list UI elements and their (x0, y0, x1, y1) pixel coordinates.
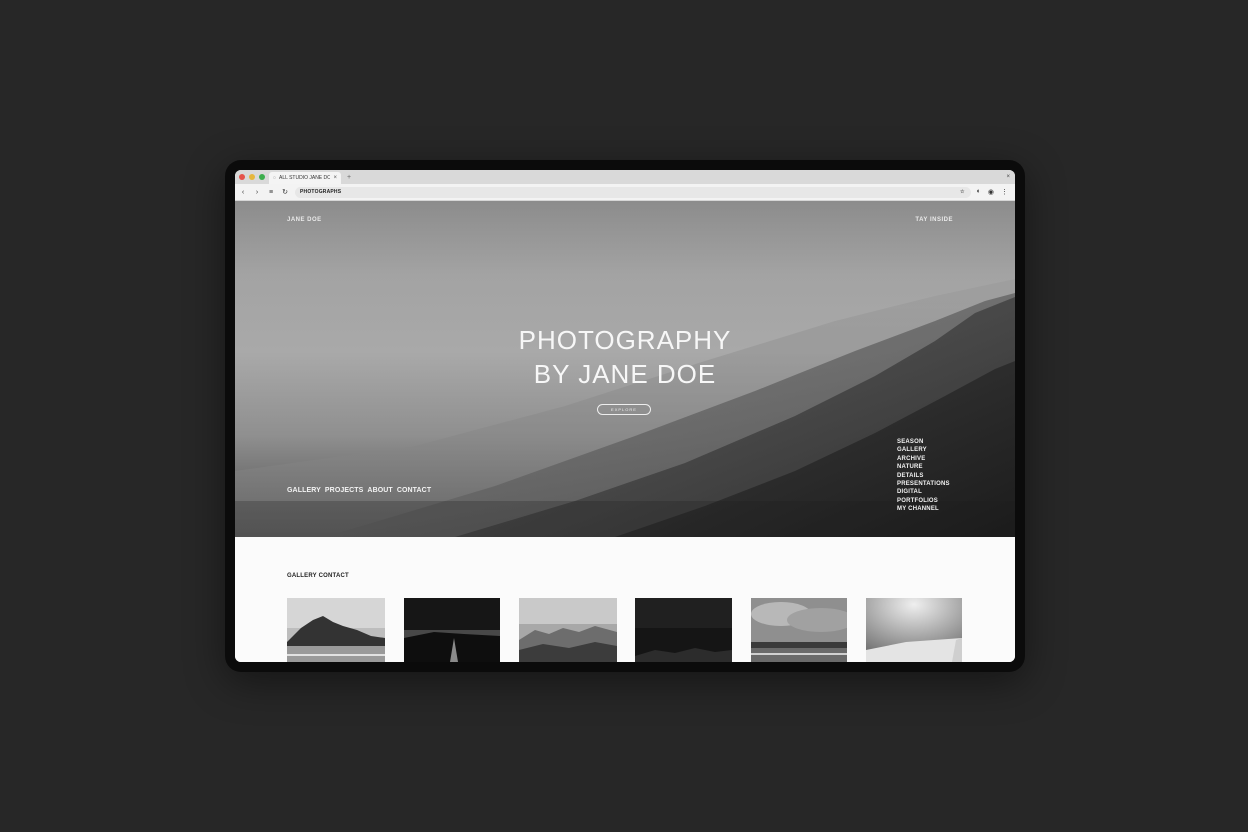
hero-nav: GALLERY PROJECTS ABOUT CONTACT (287, 487, 431, 494)
tab-title: ALL STUDIO JANE DOE (278, 175, 331, 181)
minimize-window-button[interactable] (249, 174, 255, 180)
tab-bar: ◌ ALL STUDIO JANE DOE × + × (235, 170, 1015, 184)
dark-hills-photo (635, 598, 732, 662)
nav-about[interactable]: ABOUT (367, 487, 392, 494)
side-menu-item[interactable]: PORTFOLIOS (897, 497, 950, 505)
gallery-heading: GALLERY CONTACT (287, 573, 349, 579)
maximize-window-button[interactable] (259, 174, 265, 180)
menu-icon[interactable]: ≡ (267, 189, 275, 196)
hero-section: JANE DOE TAY INSIDE PHOTOGRAPHY BY JANE … (235, 201, 1015, 537)
side-menu-item[interactable]: ARCHIVE (897, 455, 950, 463)
close-window-button[interactable] (239, 174, 245, 180)
light-room-photo (866, 598, 962, 662)
mountain-lake-photo (287, 598, 385, 662)
cloudy-shore-photo (751, 598, 847, 662)
browser-window: ◌ ALL STUDIO JANE DOE × + × ‹ › ≡ ↻ PHOT… (235, 170, 1015, 662)
side-menu-item[interactable]: DETAILS (897, 472, 950, 480)
hero-title-line-1: PHOTOGRAPHY (518, 325, 732, 355)
forward-icon[interactable]: › (253, 189, 261, 196)
explore-button[interactable]: EXPLORE (597, 404, 651, 415)
side-menu: SEASON GALLERY ARCHIVE NATURE DETAILS PR… (897, 438, 950, 514)
gallery-thumbnail[interactable] (866, 598, 962, 662)
side-menu-item[interactable]: GALLERY (897, 446, 950, 454)
gallery-thumbnail[interactable] (404, 598, 500, 662)
extension-icon[interactable]: ◐ (977, 188, 981, 196)
reload-icon[interactable]: ↻ (281, 188, 289, 196)
tab-favicon-icon: ◌ (273, 175, 276, 181)
nav-contact[interactable]: CONTACT (397, 487, 431, 494)
nav-projects[interactable]: PROJECTS (325, 487, 364, 494)
gallery-thumbnail[interactable] (519, 598, 617, 662)
top-right-link[interactable]: TAY INSIDE (915, 217, 953, 223)
side-menu-item[interactable]: DIGITAL (897, 488, 950, 496)
side-menu-item[interactable]: MY CHANNEL (897, 505, 950, 513)
url-field[interactable]: PHOTOGRAPHS ☆ (295, 186, 971, 198)
more-icon[interactable]: ⋮ (1001, 188, 1008, 196)
gallery-thumbnail[interactable] (751, 598, 847, 662)
browser-tab[interactable]: ◌ ALL STUDIO JANE DOE × (269, 172, 341, 184)
hero-title-line-2: BY JANE DOE (533, 359, 717, 389)
tab-close-icon[interactable]: × (333, 175, 337, 181)
bookmark-icon[interactable]: ☆ (960, 187, 971, 198)
gallery-thumbnail[interactable] (287, 598, 385, 662)
account-icon[interactable]: ◉ (988, 188, 994, 196)
nav-gallery[interactable]: GALLERY (287, 487, 321, 494)
road-at-dusk-photo (404, 598, 500, 662)
side-menu-item[interactable]: SEASON (897, 438, 950, 446)
valley-hills-photo (519, 598, 617, 662)
site-brand[interactable]: JANE DOE (287, 217, 322, 223)
url-text: PHOTOGRAPHS (300, 188, 342, 195)
side-menu-item[interactable]: PRESENTATIONS (897, 480, 950, 488)
back-icon[interactable]: ‹ (239, 189, 247, 196)
close-icon[interactable]: × (1006, 174, 1010, 180)
address-bar: ‹ › ≡ ↻ PHOTOGRAPHS ☆ ◐ ◉ ⋮ (235, 184, 1015, 201)
device-frame: ◌ ALL STUDIO JANE DOE × + × ‹ › ≡ ↻ PHOT… (225, 160, 1025, 672)
gallery-thumbnail[interactable] (635, 598, 732, 662)
gallery-section: GALLERY CONTACT (235, 537, 1015, 662)
toolbar-icons: ◐ ◉ ⋮ (977, 188, 1011, 196)
side-menu-item[interactable]: NATURE (897, 463, 950, 471)
new-tab-button[interactable]: + (341, 174, 351, 181)
window-controls (235, 174, 269, 180)
hero-title: PHOTOGRAPHY BY JANE DOE (235, 323, 1015, 391)
